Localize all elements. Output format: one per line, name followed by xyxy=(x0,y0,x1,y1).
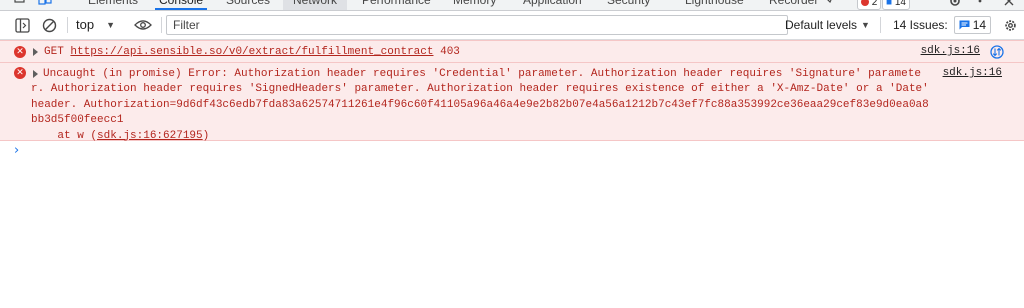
message-count-badge[interactable]: ■ 14 xyxy=(882,0,910,10)
issues-count-badge: 14 xyxy=(953,16,992,34)
error-text: Uncaught (in promise) Error: Authorizati… xyxy=(31,68,936,127)
message-count: 14 xyxy=(894,0,906,8)
tab-application[interactable]: Application xyxy=(523,0,582,10)
console-message-uncaught-error: ✕ Uncaught (in promise) Error: Authoriza… xyxy=(0,62,1024,144)
network-error-line: GET https://api.sensible.so/v0/extract/f… xyxy=(44,45,460,59)
filter-input[interactable] xyxy=(166,15,788,35)
tab-recorder[interactable]: Recorder xyxy=(769,0,818,10)
settings-gear-icon[interactable] xyxy=(948,0,962,10)
console-input[interactable] xyxy=(30,143,1014,161)
error-count-badge[interactable]: 2 xyxy=(857,0,882,10)
sidebar-icon xyxy=(14,17,30,33)
console-prompt-chevron-icon: › xyxy=(14,143,20,158)
error-dot-icon xyxy=(861,0,869,7)
request-url-link[interactable]: https://api.sensible.so/v0/extract/fulfi… xyxy=(70,46,433,58)
context-selector[interactable]: top ▼ xyxy=(76,16,115,34)
tab-console[interactable]: Console xyxy=(154,0,208,10)
error-message-body: Uncaught (in promise) Error: Authorizati… xyxy=(31,67,931,144)
console-toolbar: top ▼ Default levels ▼ 14 Issues: 14 xyxy=(0,11,1024,40)
message-icon xyxy=(959,20,970,30)
toolbar-divider xyxy=(880,17,881,33)
gear-icon xyxy=(1004,19,1016,31)
stack-prefix: at w ( xyxy=(31,129,98,142)
devtools-tab-strip: Elements Console Sources Network Perform… xyxy=(0,0,1024,11)
tab-sources[interactable]: Sources xyxy=(226,0,270,10)
expand-triangle-icon[interactable] xyxy=(33,48,38,56)
issues-label: 14 Issues: xyxy=(893,18,948,32)
error-icon: ✕ xyxy=(14,67,26,79)
clear-console-button[interactable] xyxy=(39,15,59,35)
tab-performance[interactable]: Performance xyxy=(362,0,431,10)
error-icon: ✕ xyxy=(14,46,26,58)
inspect-element-icon[interactable] xyxy=(14,0,26,10)
tab-elements[interactable]: Elements xyxy=(88,0,138,10)
context-label: top xyxy=(76,17,95,32)
log-levels-label: Default levels xyxy=(785,18,858,32)
request-method: GET xyxy=(44,46,64,58)
eye-icon xyxy=(134,20,152,30)
stack-frame-link[interactable]: sdk.js:16:627195 xyxy=(97,130,203,142)
status-code: 403 xyxy=(440,46,460,58)
close-devtools-icon[interactable] xyxy=(1003,0,1015,10)
tab-network[interactable]: Network xyxy=(283,0,348,10)
tab-memory[interactable]: Memory xyxy=(453,0,496,10)
issues-button[interactable]: 14 Issues: 14 xyxy=(887,15,992,35)
more-options-icon[interactable] xyxy=(978,0,982,10)
message-icon: ■ xyxy=(886,0,893,8)
console-message-network-error: ✕ GET https://api.sensible.so/v0/extract… xyxy=(0,40,1024,62)
tab-security[interactable]: Security xyxy=(607,0,650,10)
stack-suffix: ) xyxy=(202,129,210,142)
network-request-icon[interactable] xyxy=(990,45,1004,63)
chevron-down-icon: ▼ xyxy=(861,20,870,30)
console-settings-button[interactable] xyxy=(1000,15,1020,35)
live-expression-button[interactable] xyxy=(133,15,153,35)
toolbar-divider xyxy=(161,17,162,33)
recorder-beta-icon xyxy=(822,0,832,10)
chevron-down-icon: ▼ xyxy=(106,20,115,30)
clear-icon xyxy=(42,18,56,32)
log-levels-dropdown[interactable]: Default levels ▼ xyxy=(785,16,870,34)
toolbar-divider xyxy=(67,17,68,33)
tab-lighthouse[interactable]: Lighthouse xyxy=(685,0,744,10)
source-link[interactable]: sdk.js:16 xyxy=(921,45,980,57)
toggle-sidebar-button[interactable] xyxy=(12,15,32,35)
error-count: 2 xyxy=(871,0,878,8)
issues-count: 14 xyxy=(972,18,987,32)
source-link[interactable]: sdk.js:16 xyxy=(943,67,1002,79)
device-toolbar-icon[interactable] xyxy=(38,0,52,10)
